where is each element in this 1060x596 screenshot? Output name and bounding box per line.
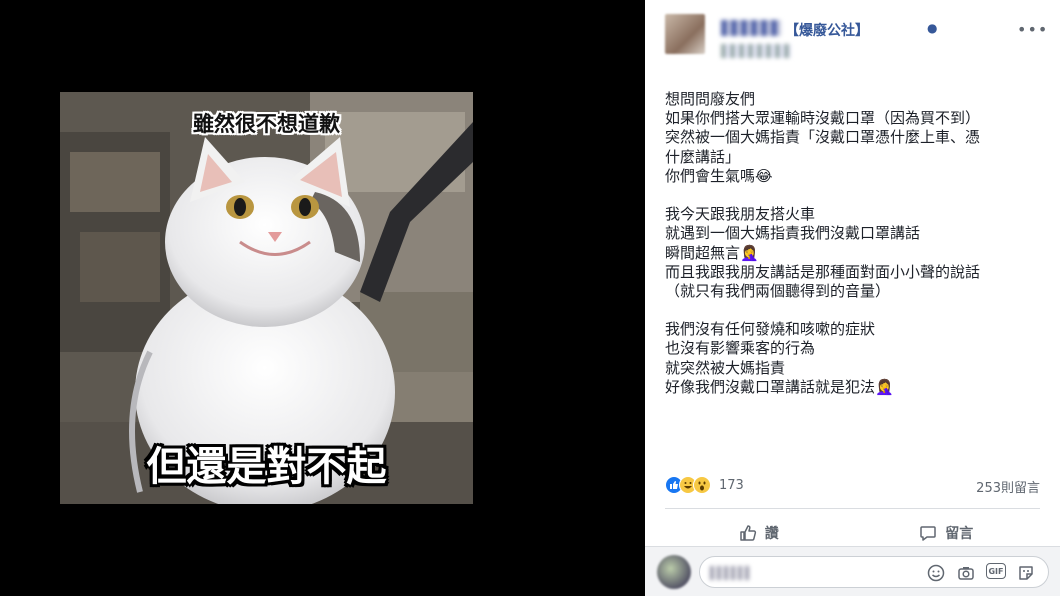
group-dot-icon: ● [927,21,938,35]
post-line: 而且我跟我朋友講話是那種面對面小小聲的說話 [665,262,981,281]
comment-bubble-icon [920,526,936,541]
viewer-avatar [657,555,691,589]
thumbs-up-icon [740,525,756,541]
author-name-blurred[interactable] [721,20,781,36]
reaction-count: 173 [719,477,744,493]
comment-label: 留言 [945,526,974,542]
post-line: 突然被一個大媽指責「沒戴口罩憑什麼上車、憑 [665,128,981,147]
meme-caption-top: 雖然很不想道歉 [193,112,340,136]
post-line: 也沒有影響乘客的行為 [665,339,816,358]
post-line: 就突然被大媽指責 [665,358,786,377]
camera-icon[interactable] [956,563,976,583]
comment-composer: GIF [645,546,1060,596]
post-line: 想問問廢友們 [665,90,756,108]
post-line-gap [665,186,1053,205]
post-panel: 【爆廢公社】 ● ••• 想問問廢友們 如果你們搭大眾運輸時沒戴口罩（因為買不到… [645,0,1060,596]
group-name-link[interactable]: 【爆廢公社】 [785,20,869,40]
post-line: 好像我們沒戴口罩講話就是犯法🤦‍♀️ [665,377,894,396]
meme-photo: 雖然很不想道歉 但還是對不起 [60,92,473,504]
emoji-icon[interactable] [926,563,946,583]
post-line: 什麼講話」 [665,147,741,166]
post-line: 如果你們搭大眾運輸時沒戴口罩（因為買不到） [665,109,981,128]
photo-viewer[interactable]: 雖然很不想道歉 但還是對不起 [0,0,645,596]
post-line: 我們沒有任何發燒和咳嗽的症狀 [665,320,876,339]
comment-tools: GIF [926,563,1036,583]
comment-input[interactable]: GIF [699,556,1049,588]
post-body: 想問問廢友們 如果你們搭大眾運輸時沒戴口罩（因為買不到） 突然被一個大媽指責「沒… [665,90,1053,397]
reaction-summary[interactable]: 173 [665,475,744,495]
wow-reaction-icon [693,476,711,494]
comment-count-link[interactable]: 253則留言 [976,477,1040,496]
comment-placeholder-blurred [710,566,750,580]
facebook-photo-viewer: 雖然很不想道歉 但還是對不起 【爆廢公社】 ● ••• 想問問廢友們 如果你們搭… [0,0,1060,596]
like-label: 讚 [764,526,779,542]
post-line: （就只有我們兩個聽得到的音量） [665,281,891,300]
post-line-gap [665,301,1053,320]
post-actions: 讚 留言 [665,518,1040,548]
gif-icon[interactable]: GIF [986,563,1006,579]
post-line: 就遇到一個大媽指責我們沒戴口罩講話 [665,224,921,243]
post-line: 你們會生氣嗎😂 [665,166,773,185]
divider [665,508,1040,509]
post-line: 瞬間超無言🤦‍♀️ [665,243,759,262]
post-line: 我今天跟我朋友搭火車 [665,205,816,224]
sticker-icon[interactable] [1016,563,1036,583]
more-options-icon[interactable]: ••• [1017,20,1048,39]
author-avatar[interactable] [665,14,705,54]
meme-caption-bottom: 但還是對不起 [146,444,387,490]
like-button[interactable]: 讚 [665,518,853,548]
comment-button[interactable]: 留言 [853,518,1041,548]
post-timestamp-blurred[interactable] [721,44,791,58]
